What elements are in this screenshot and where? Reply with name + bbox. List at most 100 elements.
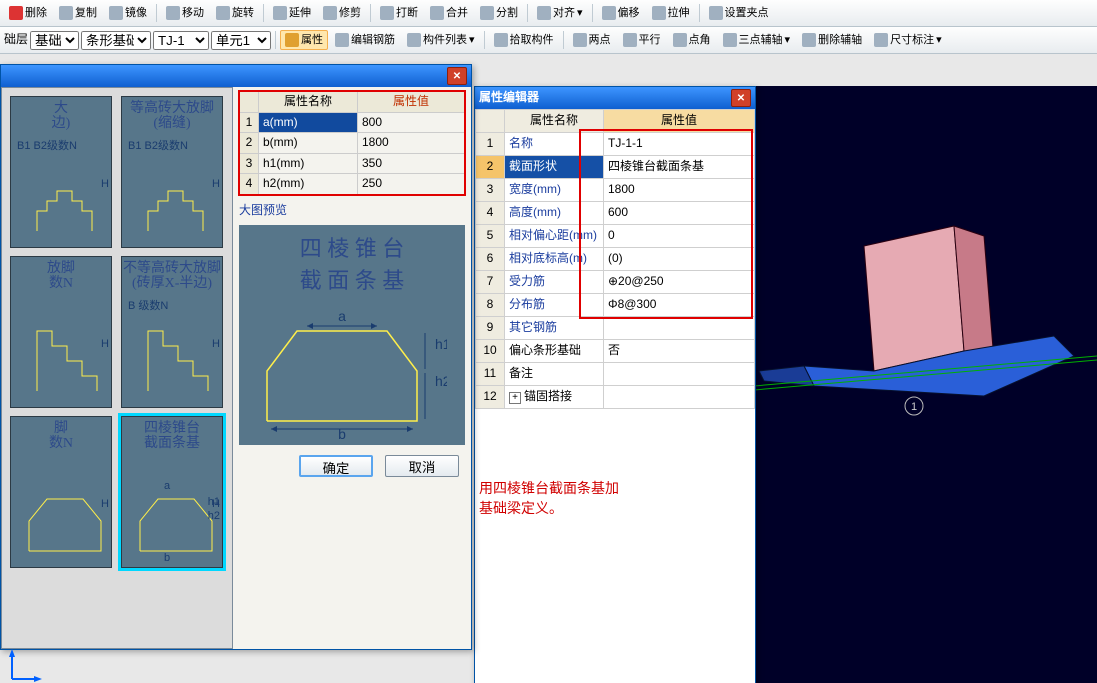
parallel-button[interactable]: 平行 <box>618 30 666 50</box>
stretch-button[interactable]: 拉伸 <box>647 3 695 23</box>
property-row[interactable]: 12+锚固搭接 <box>476 386 755 409</box>
stretch-icon <box>652 6 666 20</box>
thumbnail-list[interactable]: 大 边)B1 B2级数NH等高砖大放脚 (缩缝)B1 B2级数NH放脚 数NH不… <box>1 87 233 649</box>
toolbar-edit: 删除 复制 镜像 移动 旋转 延伸 修剪 打断 合并 分割 对齐 ▾ 偏移 拉伸… <box>0 0 1097 27</box>
property-row[interactable]: 9其它钢筋 <box>476 317 755 340</box>
layer-select[interactable]: 基础 <box>30 31 79 50</box>
threept-icon <box>723 33 737 47</box>
prop-name: 备注 <box>505 363 604 386</box>
shape-thumb[interactable]: 四棱锥台 截面条基Hah1h2b <box>121 416 223 568</box>
prop-value[interactable]: Φ8@300 <box>604 294 755 317</box>
prop-value[interactable] <box>604 363 755 386</box>
dim-name: a(mm) <box>259 113 358 133</box>
dim-name: h1(mm) <box>259 154 358 174</box>
prop-value[interactable]: 600 <box>604 202 755 225</box>
move-button[interactable]: 移动 <box>161 3 209 23</box>
dimnote-button[interactable]: 尺寸标注 ▾ <box>869 30 947 50</box>
shape-thumb[interactable]: 放脚 数NH <box>10 256 112 408</box>
break-button[interactable]: 打断 <box>375 3 423 23</box>
property-row[interactable]: 11备注 <box>476 363 755 386</box>
align-button[interactable]: 对齐 ▾ <box>532 3 588 23</box>
list-icon <box>407 33 421 47</box>
offset-button[interactable]: 偏移 <box>597 3 645 23</box>
ok-button[interactable]: 确定 <box>299 455 373 477</box>
unit-select[interactable]: 单元1 <box>211 31 271 50</box>
prop-value[interactable]: 四棱锥台截面条基 <box>604 156 755 179</box>
property-row[interactable]: 7受力筋⊕20@250 <box>476 271 755 294</box>
merge-button[interactable]: 合并 <box>425 3 473 23</box>
property-row[interactable]: 1名称TJ-1-1 <box>476 133 755 156</box>
property-editor-title[interactable]: 属性编辑器 ✕ <box>475 87 755 109</box>
copy-button[interactable]: 复制 <box>54 3 102 23</box>
twopt-button[interactable]: 两点 <box>568 30 616 50</box>
item-select[interactable]: TJ-1 <box>153 31 209 50</box>
threept-button[interactable]: 三点辅轴 ▾ <box>718 30 796 50</box>
prop-value[interactable] <box>604 386 755 409</box>
close-icon[interactable]: ✕ <box>447 67 467 85</box>
prop-value[interactable]: TJ-1-1 <box>604 133 755 156</box>
property-row[interactable]: 6相对底标高(m)(0) <box>476 248 755 271</box>
prop-value[interactable] <box>604 317 755 340</box>
property-row[interactable]: 5相对偏心距(mm)0 <box>476 225 755 248</box>
move-icon <box>166 6 180 20</box>
offset-icon <box>602 6 616 20</box>
delete-button[interactable]: 删除 <box>4 3 52 23</box>
property-row[interactable]: 4高度(mm)600 <box>476 202 755 225</box>
delaxis-button[interactable]: 删除辅轴 <box>797 30 867 50</box>
componentlist-button[interactable]: 构件列表 ▾ <box>402 30 480 50</box>
prop-name: +锚固搭接 <box>505 386 604 409</box>
trim-button[interactable]: 修剪 <box>318 3 366 23</box>
rotate-button[interactable]: 旋转 <box>211 3 259 23</box>
close-icon[interactable]: ✕ <box>731 89 751 107</box>
dim-row[interactable]: 1a(mm)800 <box>240 113 464 134</box>
dim-val[interactable]: 350 <box>358 154 464 174</box>
preview-pane: 四 棱 锥 台 截 面 条 基 a h1 h2 b <box>239 225 465 445</box>
property-row[interactable]: 2截面形状四棱锥台截面条基 <box>476 156 755 179</box>
trim-icon <box>323 6 337 20</box>
dim-val[interactable]: 800 <box>358 113 464 133</box>
dim-row[interactable]: 2b(mm)1800 <box>240 133 464 154</box>
shape-thumb[interactable]: 脚 数NH <box>10 416 112 568</box>
viewport-3d[interactable]: 1 <box>754 86 1097 683</box>
shape-thumb[interactable]: 大 边)B1 B2级数NH <box>10 96 112 248</box>
editrebar-button[interactable]: 编辑钢筋 <box>330 30 400 50</box>
dim-val[interactable]: 250 <box>358 174 464 194</box>
dim-val[interactable]: 1800 <box>358 133 464 153</box>
prop-value[interactable]: 1800 <box>604 179 755 202</box>
property-row[interactable]: 8分布筋Φ8@300 <box>476 294 755 317</box>
layer-label: 础层 <box>4 32 28 48</box>
extend-button[interactable]: 延伸 <box>268 3 316 23</box>
property-table[interactable]: 属性名称属性值 1名称TJ-1-12截面形状四棱锥台截面条基3宽度(mm)180… <box>475 109 755 409</box>
shape-picker-title[interactable]: ✕ <box>1 65 471 87</box>
dim-row[interactable]: 4h2(mm)250 <box>240 174 464 194</box>
preview-label: 大图预览 <box>239 203 465 219</box>
type-select[interactable]: 条形基础 <box>81 31 151 50</box>
mirror-button[interactable]: 镜像 <box>104 3 152 23</box>
property-row[interactable]: 3宽度(mm)1800 <box>476 179 755 202</box>
prop-value[interactable]: 0 <box>604 225 755 248</box>
copy-icon <box>59 6 73 20</box>
expand-icon[interactable]: + <box>509 392 521 404</box>
pe-head-name: 属性名称 <box>505 110 604 133</box>
pickangle-button[interactable]: 点角 <box>668 30 716 50</box>
attr-button[interactable]: 属性 <box>280 30 328 50</box>
prop-value[interactable]: 否 <box>604 340 755 363</box>
dim-head-val: 属性值 <box>358 92 464 112</box>
dimension-grid[interactable]: 属性名称 属性值 1a(mm)8002b(mm)18003h1(mm)3504h… <box>239 91 465 195</box>
prop-value[interactable]: ⊕20@250 <box>604 271 755 294</box>
prop-name: 相对底标高(m) <box>505 248 604 271</box>
setgrip-button[interactable]: 设置夹点 <box>704 3 774 23</box>
dim-row[interactable]: 3h1(mm)350 <box>240 154 464 175</box>
dim-head-name: 属性名称 <box>259 92 358 112</box>
prop-value[interactable]: (0) <box>604 248 755 271</box>
split-button[interactable]: 分割 <box>475 3 523 23</box>
shape-thumb[interactable]: 等高砖大放脚 (缩缝)B1 B2级数NH <box>121 96 223 248</box>
prop-name: 偏心条形基础 <box>505 340 604 363</box>
pick-button[interactable]: 拾取构件 <box>489 30 559 50</box>
parallel-icon <box>623 33 637 47</box>
property-row[interactable]: 10偏心条形基础否 <box>476 340 755 363</box>
shape-thumb[interactable]: 不等高砖大放脚 (砖厚X-半边)B 级数NH <box>121 256 223 408</box>
cancel-button[interactable]: 取消 <box>385 455 459 477</box>
dim-icon <box>874 33 888 47</box>
merge-icon <box>430 6 444 20</box>
